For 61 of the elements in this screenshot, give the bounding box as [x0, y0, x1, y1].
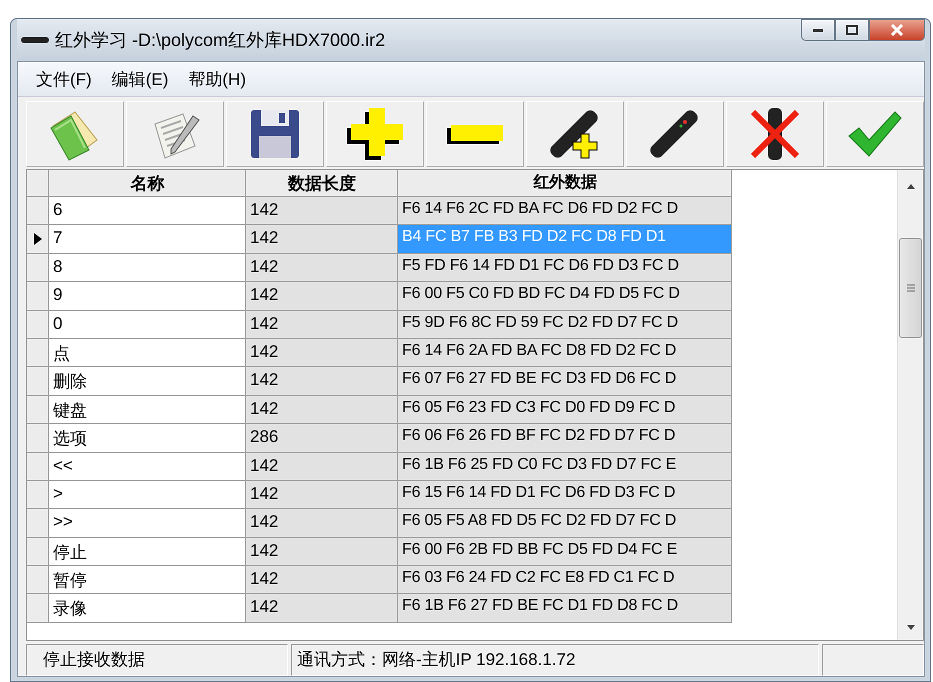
menu-item[interactable]: 帮助(H) [180, 64, 254, 94]
confirm-button[interactable] [826, 101, 924, 167]
minimize-button[interactable] [801, 19, 835, 41]
table-cell: F6 05 F6 23 FD C3 FC D0 FD D9 FC D [398, 396, 732, 424]
table-cell: F5 FD F6 14 FD D1 FC D6 FD D3 FC D [398, 254, 732, 282]
app-logo-icon [21, 36, 49, 44]
column-header[interactable]: 红外数据 [398, 170, 732, 197]
close-icon [890, 24, 904, 36]
table-cell: 142 [246, 452, 398, 481]
learn-button[interactable] [526, 101, 624, 167]
table-cell: 142 [246, 310, 398, 339]
table-cell: F6 05 F5 A8 FD D5 FC D2 FD D7 FC D [398, 509, 732, 538]
table-cell: F6 07 F6 27 FD BE FC D3 FD D6 FC D [398, 367, 732, 396]
table-cell: 142 [246, 566, 398, 594]
table-cell: F6 14 F6 2A FD BA FC D8 FD D2 FC D [398, 338, 732, 368]
table-cell: 142 [246, 396, 398, 424]
table-cell: F6 00 F5 C0 FD BD FC D4 FD D5 FC D [398, 282, 732, 311]
scrollbar-thumb[interactable] [899, 238, 922, 338]
table-cell: 142 [246, 254, 398, 282]
scroll-down-icon[interactable] [906, 624, 916, 632]
delete-button[interactable] [726, 101, 824, 167]
table-cell: 142 [246, 367, 398, 396]
table-cell: 142 [246, 197, 398, 226]
table-cell: 142 [246, 480, 398, 510]
remove-button[interactable] [426, 101, 524, 167]
table-cell: 286 [246, 424, 398, 453]
add-button[interactable] [326, 101, 424, 167]
table-cell: F6 1B F6 25 FD C0 FC D3 FD D7 FC E [398, 452, 732, 481]
table-cell: B4 FC B7 FB B3 FD D2 FC D8 FD D1 [398, 225, 732, 254]
send-button[interactable] [626, 101, 724, 167]
plus-icon [345, 106, 405, 162]
window-title: 红外学习 -D:\polycom红外库HDX7000.ir2 [55, 29, 386, 52]
table-cell: F6 14 F6 2C FD BA FC D6 FD D2 FC D [398, 197, 732, 226]
maximize-button[interactable] [835, 19, 869, 41]
menu-item[interactable]: 编辑(E) [104, 64, 176, 94]
table-cell: 142 [246, 538, 398, 566]
minimize-icon [812, 27, 824, 33]
table-cell: F6 06 F6 26 FD BF FC D2 FD D7 FC D [398, 424, 732, 453]
menu-item[interactable]: 文件(F) [28, 64, 100, 94]
table-cell: 142 [246, 225, 398, 254]
row-header[interactable] [27, 225, 49, 254]
status-text: 通讯方式：网络-主机IP 192.168.1.72 [291, 644, 819, 676]
minus-icon [447, 124, 503, 144]
table-cell: 142 [246, 594, 398, 623]
table-cell: F6 00 F6 2B FD BB FC D5 FD D4 FC E [398, 538, 732, 566]
save-button[interactable] [226, 101, 324, 167]
table-cell: 142 [246, 282, 398, 311]
column-header[interactable]: 数据长度 [246, 170, 398, 197]
table-cell: 142 [246, 338, 398, 368]
column-header[interactable]: 名称 [49, 170, 246, 197]
table-cell: F6 15 F6 14 FD D1 FC D6 FD D3 FC D [398, 480, 732, 510]
scroll-up-icon[interactable] [906, 182, 916, 190]
open-button[interactable] [26, 101, 124, 167]
table-cell: F6 1B F6 27 FD BE FC D1 FD D8 FC D [398, 594, 732, 623]
table-cell: F5 9D F6 8C FD 59 FC D2 FD D7 FC D [398, 310, 732, 339]
table-cell: F6 03 F6 24 FD C2 FC E8 FD C1 FC D [398, 566, 732, 594]
close-button[interactable] [869, 19, 925, 41]
maximize-icon [846, 25, 858, 35]
row-pointer-icon [32, 232, 42, 246]
table-cell: 142 [246, 509, 398, 538]
status-text: 停止接收数据 [26, 644, 288, 676]
